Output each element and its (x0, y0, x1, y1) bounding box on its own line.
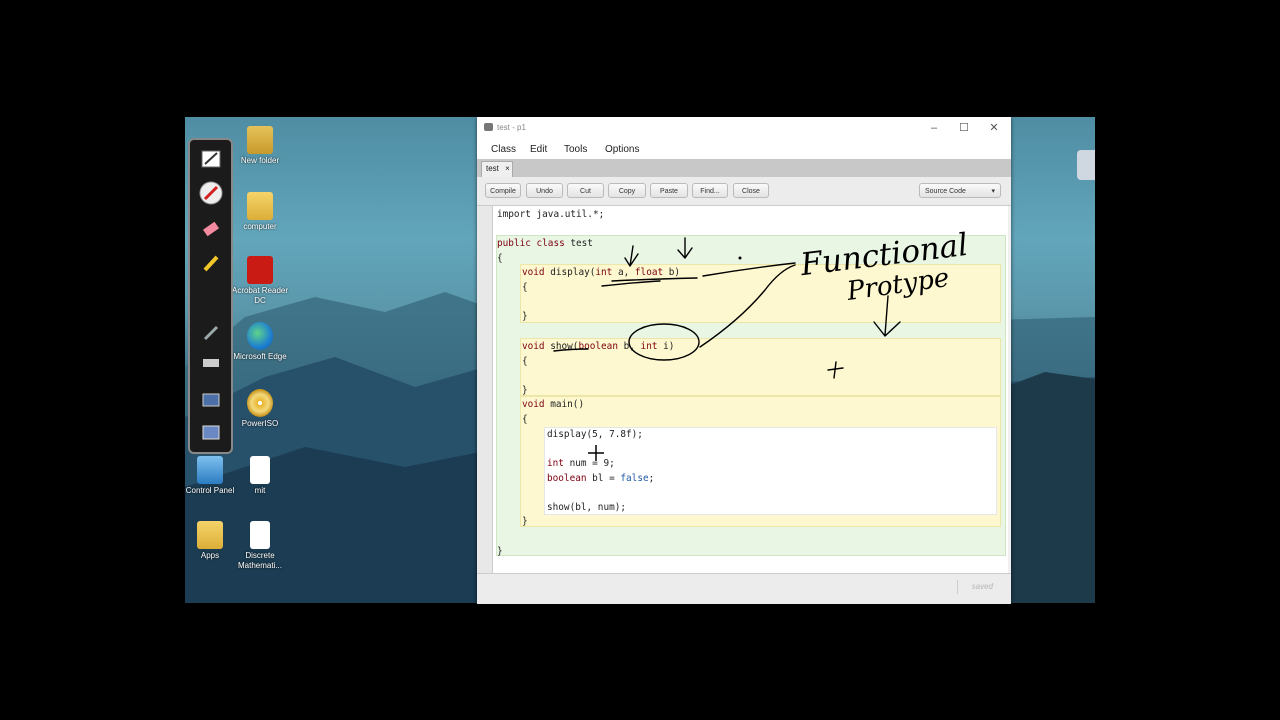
crosshair-cursor-icon (588, 445, 604, 461)
arrow-stroke (624, 245, 639, 267)
underline-stroke (553, 348, 589, 352)
circle-stroke (628, 323, 700, 361)
dot-stroke (738, 256, 742, 260)
connector-stroke (699, 264, 796, 348)
annotation-overlay: Functional Protype (553, 227, 970, 461)
plus-stroke (827, 361, 844, 379)
underline-stroke (601, 280, 661, 287)
arrow-stroke (677, 237, 693, 259)
underline-stroke (611, 277, 698, 282)
connector-stroke (702, 262, 796, 277)
